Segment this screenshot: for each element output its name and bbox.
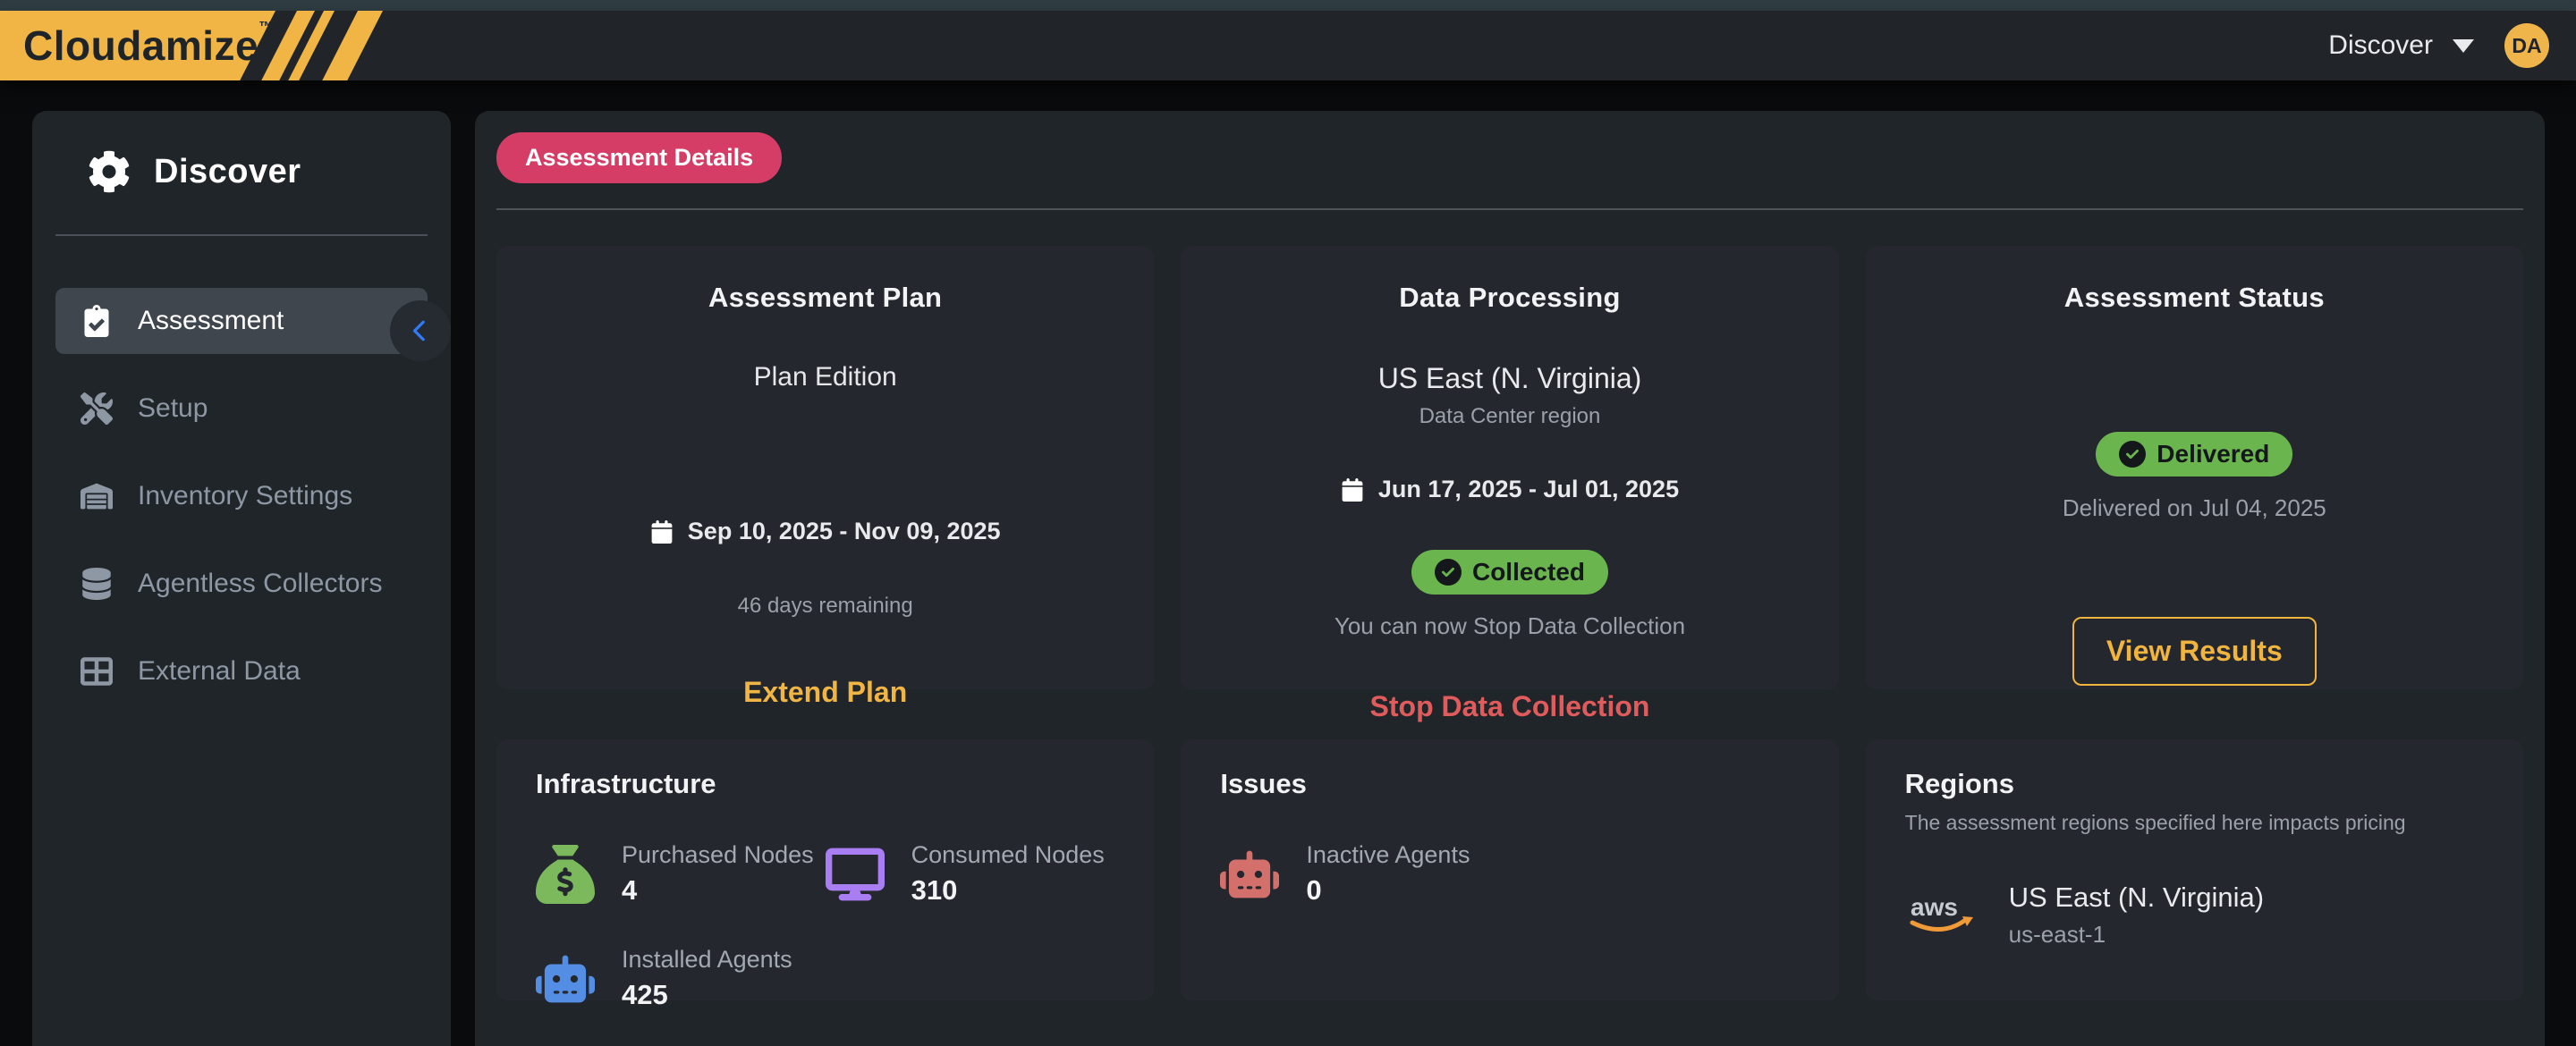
- region-code: us-east-1: [2009, 921, 2264, 949]
- warehouse-icon: [80, 480, 113, 512]
- card-title: Assessment Plan: [708, 282, 942, 314]
- processing-date-range: Jun 17, 2025 - Jul 01, 2025: [1341, 476, 1679, 503]
- trademark-symbol: ™: [258, 20, 274, 35]
- svg-text:aws: aws: [1911, 893, 1958, 921]
- sidebar-item-setup[interactable]: Setup: [55, 375, 428, 442]
- stat-label: Consumed Nodes: [911, 841, 1105, 869]
- plan-date-range: Sep 10, 2025 - Nov 09, 2025: [650, 518, 1001, 545]
- stat-installed-agents: Installed Agents 425: [536, 946, 826, 1011]
- stat-inactive-agents: Inactive Agents 0: [1220, 841, 1510, 907]
- plan-edition: Plan Edition: [754, 362, 897, 392]
- assessment-details-badge[interactable]: Assessment Details: [496, 132, 782, 183]
- table-cells-icon: [80, 655, 113, 687]
- regions-card: Regions The assessment regions specified…: [1866, 739, 2523, 1000]
- assessment-status-card: Assessment Status Delivered Delivered on…: [1866, 246, 2523, 689]
- caret-down-icon: [2453, 39, 2474, 53]
- user-avatar[interactable]: DA: [2504, 23, 2549, 68]
- region-list-item: aws US East (N. Virginia) us-east-1: [1905, 882, 2484, 949]
- calendar-icon: [650, 520, 674, 544]
- plan-date-text: Sep 10, 2025 - Nov 09, 2025: [688, 518, 1001, 545]
- sidebar-menu: Assessment Setup Inventory Settings: [55, 288, 428, 704]
- plan-days-remaining: 46 days remaining: [738, 594, 913, 619]
- sidebar-item-inventory-settings[interactable]: Inventory Settings: [55, 463, 428, 529]
- card-title: Data Processing: [1399, 282, 1620, 314]
- calendar-icon: [1341, 478, 1364, 502]
- app-root: Cloudamize™ Discover DA Discover: [0, 0, 2576, 1046]
- robot-icon: [536, 949, 595, 1008]
- sidebar-header: Discover: [55, 150, 428, 193]
- check-circle-icon: [2119, 441, 2146, 468]
- clipboard-check-icon: [80, 305, 113, 337]
- main-content: Assessment Details Assessment Plan Plan …: [475, 111, 2545, 1046]
- extend-plan-button[interactable]: Extend Plan: [743, 676, 907, 709]
- check-circle-icon: [1435, 559, 1462, 586]
- stat-value: 0: [1306, 874, 1470, 907]
- top-accent-strip: [0, 0, 2576, 11]
- stat-label: Purchased Nodes: [622, 841, 814, 869]
- workspace: Discover Assessment: [0, 80, 2576, 1046]
- stat-value: 4: [622, 874, 814, 907]
- issues-card: Issues Inactive Agents 0: [1181, 739, 1838, 1000]
- brand-stripe: [322, 11, 383, 80]
- collected-status-pill: Collected: [1411, 550, 1608, 595]
- regions-subtitle: The assessment regions specified here im…: [1905, 811, 2484, 835]
- data-processing-card: Data Processing US East (N. Virginia) Da…: [1181, 246, 1838, 689]
- brand-logo: Cloudamize™: [23, 21, 274, 70]
- stat-label: Inactive Agents: [1306, 841, 1470, 869]
- delivered-status-pill: Delivered: [2096, 432, 2292, 477]
- infrastructure-stats: Purchased Nodes 4 Consumed Nodes 310: [536, 841, 1114, 1011]
- stat-consumed-nodes: Consumed Nodes 310: [826, 841, 1115, 907]
- sidebar-collapse-button[interactable]: [390, 300, 451, 361]
- sidebar-item-label: Assessment: [138, 306, 284, 336]
- sidebar-item-agentless-collectors[interactable]: Agentless Collectors: [55, 551, 428, 617]
- delivered-on-text: Delivered on Jul 04, 2025: [2063, 494, 2326, 522]
- sidebar-item-assessment[interactable]: Assessment: [55, 288, 428, 354]
- sidebar-divider: [55, 234, 428, 236]
- stat-purchased-nodes: Purchased Nodes 4: [536, 841, 826, 907]
- sidebar-item-label: Agentless Collectors: [138, 569, 382, 599]
- infrastructure-card: Infrastructure Purchased Nodes 4: [496, 739, 1154, 1000]
- chevron-left-icon: [409, 319, 432, 342]
- app-switcher-label: Discover: [2328, 30, 2433, 61]
- sidebar-item-label: Inventory Settings: [138, 481, 352, 511]
- screwdriver-wrench-icon: [80, 392, 113, 425]
- sidebar-item-external-data[interactable]: External Data: [55, 638, 428, 704]
- robot-icon: [1220, 845, 1279, 904]
- sidebar-title: Discover: [154, 153, 301, 191]
- sidebar-item-label: External Data: [138, 656, 301, 687]
- cards-grid: Assessment Plan Plan Edition Sep 10, 202…: [496, 246, 2523, 1000]
- content-divider: [496, 208, 2523, 210]
- stat-value: 425: [622, 979, 792, 1011]
- status-pill-label: Delivered: [2157, 440, 2269, 468]
- sidebar: Discover Assessment: [32, 111, 451, 1046]
- monitor-icon: [826, 845, 885, 904]
- view-results-button[interactable]: View Results: [2072, 617, 2317, 686]
- status-pill-label: Collected: [1472, 558, 1585, 586]
- sidebar-item-label: Setup: [138, 393, 208, 424]
- money-bag-icon: [536, 845, 595, 904]
- brand-band: Cloudamize™: [0, 11, 465, 80]
- aws-logo-icon: aws: [1905, 889, 1982, 941]
- processing-region-sub: Data Center region: [1419, 404, 1601, 429]
- gear-icon: [88, 150, 131, 193]
- stat-label: Installed Agents: [622, 946, 792, 974]
- processing-date-text: Jun 17, 2025 - Jul 01, 2025: [1378, 476, 1679, 503]
- database-icon: [80, 568, 113, 600]
- header-bar: Cloudamize™ Discover DA: [0, 11, 2576, 80]
- processing-hint: You can now Stop Data Collection: [1335, 612, 1685, 640]
- region-name: US East (N. Virginia): [2009, 882, 2264, 914]
- card-title: Regions: [1905, 768, 2484, 800]
- stop-data-collection-button[interactable]: Stop Data Collection: [1370, 690, 1650, 723]
- card-title: Issues: [1220, 768, 1799, 800]
- header-actions: Discover DA: [2328, 11, 2549, 80]
- card-title: Infrastructure: [536, 768, 1114, 800]
- stat-value: 310: [911, 874, 1105, 907]
- issues-stats: Inactive Agents 0: [1220, 841, 1799, 907]
- assessment-plan-card: Assessment Plan Plan Edition Sep 10, 202…: [496, 246, 1154, 689]
- card-title: Assessment Status: [2064, 282, 2325, 314]
- app-switcher-dropdown[interactable]: Discover: [2328, 30, 2474, 61]
- processing-region: US East (N. Virginia): [1378, 362, 1642, 395]
